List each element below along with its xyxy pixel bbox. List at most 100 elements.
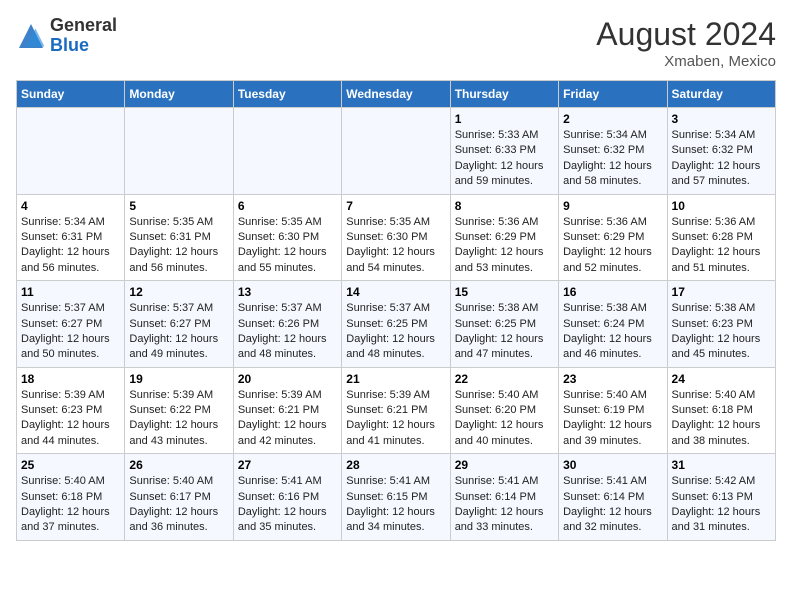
day-number: 26 bbox=[129, 458, 228, 472]
weekday-header-saturday: Saturday bbox=[667, 81, 775, 108]
calendar-table: SundayMondayTuesdayWednesdayThursdayFrid… bbox=[16, 80, 776, 541]
weekday-header-wednesday: Wednesday bbox=[342, 81, 450, 108]
day-info: Sunrise: 5:39 AM Sunset: 6:21 PM Dayligh… bbox=[238, 388, 337, 450]
month-year: August 2024 bbox=[596, 16, 776, 53]
day-info: Sunrise: 5:38 AM Sunset: 6:24 PM Dayligh… bbox=[563, 301, 662, 363]
day-number: 23 bbox=[563, 372, 662, 386]
day-number: 22 bbox=[455, 372, 554, 386]
calendar-cell: 15 Sunrise: 5:38 AM Sunset: 6:25 PM Dayli… bbox=[450, 281, 558, 368]
day-number: 8 bbox=[455, 199, 554, 213]
calendar-cell: 7 Sunrise: 5:35 AM Sunset: 6:30 PM Daylig… bbox=[342, 194, 450, 281]
calendar-cell: 2 Sunrise: 5:34 AM Sunset: 6:32 PM Daylig… bbox=[559, 108, 667, 195]
calendar-cell: 9 Sunrise: 5:36 AM Sunset: 6:29 PM Daylig… bbox=[559, 194, 667, 281]
day-info: Sunrise: 5:41 AM Sunset: 6:14 PM Dayligh… bbox=[563, 474, 662, 536]
day-info: Sunrise: 5:40 AM Sunset: 6:18 PM Dayligh… bbox=[672, 388, 771, 450]
day-number: 13 bbox=[238, 285, 337, 299]
calendar-cell: 8 Sunrise: 5:36 AM Sunset: 6:29 PM Daylig… bbox=[450, 194, 558, 281]
day-info: Sunrise: 5:35 AM Sunset: 6:30 PM Dayligh… bbox=[346, 215, 445, 277]
day-info: Sunrise: 5:37 AM Sunset: 6:26 PM Dayligh… bbox=[238, 301, 337, 363]
calendar-cell: 16Sunrise: 5:38 AM Sunset: 6:24 PM Dayli… bbox=[559, 281, 667, 368]
calendar-week-4: 18 Sunrise: 5:39 AM Sunset: 6:23 PM Dayli… bbox=[17, 367, 776, 454]
logo: General Blue bbox=[16, 16, 117, 56]
day-info: Sunrise: 5:37 AM Sunset: 6:27 PM Dayligh… bbox=[129, 301, 228, 363]
day-info: Sunrise: 5:41 AM Sunset: 6:16 PM Dayligh… bbox=[238, 474, 337, 536]
day-number: 30 bbox=[563, 458, 662, 472]
calendar-week-1: 1Sunrise: 5:33 AM Sunset: 6:33 PM Daylig… bbox=[17, 108, 776, 195]
calendar-cell: 19 Sunrise: 5:39 AM Sunset: 6:22 PM Dayli… bbox=[125, 367, 233, 454]
logo-line2: Blue bbox=[50, 36, 117, 56]
calendar-cell bbox=[125, 108, 233, 195]
title-block: August 2024 Xmaben, Mexico bbox=[596, 16, 776, 70]
day-number: 14 bbox=[346, 285, 445, 299]
day-info: Sunrise: 5:40 AM Sunset: 6:19 PM Dayligh… bbox=[563, 388, 662, 450]
calendar-week-2: 4 Sunrise: 5:34 AM Sunset: 6:31 PM Daylig… bbox=[17, 194, 776, 281]
calendar-cell: 26 Sunrise: 5:40 AM Sunset: 6:17 PM Dayli… bbox=[125, 454, 233, 541]
day-number: 27 bbox=[238, 458, 337, 472]
day-info: Sunrise: 5:39 AM Sunset: 6:22 PM Dayligh… bbox=[129, 388, 228, 450]
day-info: Sunrise: 5:34 AM Sunset: 6:32 PM Dayligh… bbox=[672, 128, 771, 190]
day-number: 9 bbox=[563, 199, 662, 213]
day-number: 2 bbox=[563, 112, 662, 126]
calendar-cell: 25Sunrise: 5:40 AM Sunset: 6:18 PM Dayli… bbox=[17, 454, 125, 541]
day-info: Sunrise: 5:39 AM Sunset: 6:23 PM Dayligh… bbox=[21, 388, 120, 450]
day-info: Sunrise: 5:40 AM Sunset: 6:17 PM Dayligh… bbox=[129, 474, 228, 536]
day-info: Sunrise: 5:42 AM Sunset: 6:13 PM Dayligh… bbox=[672, 474, 771, 536]
day-number: 3 bbox=[672, 112, 771, 126]
day-number: 7 bbox=[346, 199, 445, 213]
calendar-cell: 1Sunrise: 5:33 AM Sunset: 6:33 PM Daylig… bbox=[450, 108, 558, 195]
day-info: Sunrise: 5:38 AM Sunset: 6:25 PM Dayligh… bbox=[455, 301, 554, 363]
day-number: 19 bbox=[129, 372, 228, 386]
day-info: Sunrise: 5:36 AM Sunset: 6:29 PM Dayligh… bbox=[455, 215, 554, 277]
day-info: Sunrise: 5:34 AM Sunset: 6:31 PM Dayligh… bbox=[21, 215, 120, 277]
calendar-cell: 11 Sunrise: 5:37 AM Sunset: 6:27 PM Dayli… bbox=[17, 281, 125, 368]
calendar-week-3: 11 Sunrise: 5:37 AM Sunset: 6:27 PM Dayli… bbox=[17, 281, 776, 368]
day-info: Sunrise: 5:40 AM Sunset: 6:20 PM Dayligh… bbox=[455, 388, 554, 450]
calendar-week-5: 25Sunrise: 5:40 AM Sunset: 6:18 PM Dayli… bbox=[17, 454, 776, 541]
day-info: Sunrise: 5:33 AM Sunset: 6:33 PM Dayligh… bbox=[455, 128, 554, 190]
day-number: 24 bbox=[672, 372, 771, 386]
day-info: Sunrise: 5:36 AM Sunset: 6:28 PM Dayligh… bbox=[672, 215, 771, 277]
day-info: Sunrise: 5:37 AM Sunset: 6:27 PM Dayligh… bbox=[21, 301, 120, 363]
day-number: 29 bbox=[455, 458, 554, 472]
logo-icon bbox=[16, 21, 46, 51]
calendar-cell bbox=[233, 108, 341, 195]
day-info: Sunrise: 5:39 AM Sunset: 6:21 PM Dayligh… bbox=[346, 388, 445, 450]
day-info: Sunrise: 5:36 AM Sunset: 6:29 PM Dayligh… bbox=[563, 215, 662, 277]
weekday-header-monday: Monday bbox=[125, 81, 233, 108]
day-info: Sunrise: 5:41 AM Sunset: 6:15 PM Dayligh… bbox=[346, 474, 445, 536]
page-header: General Blue August 2024 Xmaben, Mexico bbox=[16, 16, 776, 70]
logo-line1: General bbox=[50, 16, 117, 36]
day-number: 25 bbox=[21, 458, 120, 472]
day-info: Sunrise: 5:34 AM Sunset: 6:32 PM Dayligh… bbox=[563, 128, 662, 190]
day-info: Sunrise: 5:41 AM Sunset: 6:14 PM Dayligh… bbox=[455, 474, 554, 536]
day-number: 15 bbox=[455, 285, 554, 299]
calendar-cell: 23 Sunrise: 5:40 AM Sunset: 6:19 PM Dayli… bbox=[559, 367, 667, 454]
day-info: Sunrise: 5:38 AM Sunset: 6:23 PM Dayligh… bbox=[672, 301, 771, 363]
day-number: 12 bbox=[129, 285, 228, 299]
weekday-header-tuesday: Tuesday bbox=[233, 81, 341, 108]
calendar-cell: 27 Sunrise: 5:41 AM Sunset: 6:16 PM Dayli… bbox=[233, 454, 341, 541]
weekday-header-sunday: Sunday bbox=[17, 81, 125, 108]
location: Xmaben, Mexico bbox=[596, 53, 776, 70]
calendar-cell: 22 Sunrise: 5:40 AM Sunset: 6:20 PM Dayli… bbox=[450, 367, 558, 454]
calendar-cell: 18 Sunrise: 5:39 AM Sunset: 6:23 PM Dayli… bbox=[17, 367, 125, 454]
calendar-cell: 30 Sunrise: 5:41 AM Sunset: 6:14 PM Dayli… bbox=[559, 454, 667, 541]
day-info: Sunrise: 5:35 AM Sunset: 6:30 PM Dayligh… bbox=[238, 215, 337, 277]
calendar-cell: 14 Sunrise: 5:37 AM Sunset: 6:25 PM Dayli… bbox=[342, 281, 450, 368]
day-number: 21 bbox=[346, 372, 445, 386]
calendar-cell: 20 Sunrise: 5:39 AM Sunset: 6:21 PM Dayli… bbox=[233, 367, 341, 454]
day-number: 20 bbox=[238, 372, 337, 386]
day-info: Sunrise: 5:35 AM Sunset: 6:31 PM Dayligh… bbox=[129, 215, 228, 277]
weekday-header-thursday: Thursday bbox=[450, 81, 558, 108]
calendar-cell bbox=[342, 108, 450, 195]
weekday-header: SundayMondayTuesdayWednesdayThursdayFrid… bbox=[17, 81, 776, 108]
calendar-cell: 13 Sunrise: 5:37 AM Sunset: 6:26 PM Dayli… bbox=[233, 281, 341, 368]
calendar-cell: 5Sunrise: 5:35 AM Sunset: 6:31 PM Daylig… bbox=[125, 194, 233, 281]
day-number: 6 bbox=[238, 199, 337, 213]
day-number: 11 bbox=[21, 285, 120, 299]
day-number: 18 bbox=[21, 372, 120, 386]
weekday-header-friday: Friday bbox=[559, 81, 667, 108]
day-number: 10 bbox=[672, 199, 771, 213]
day-number: 4 bbox=[21, 199, 120, 213]
day-info: Sunrise: 5:37 AM Sunset: 6:25 PM Dayligh… bbox=[346, 301, 445, 363]
